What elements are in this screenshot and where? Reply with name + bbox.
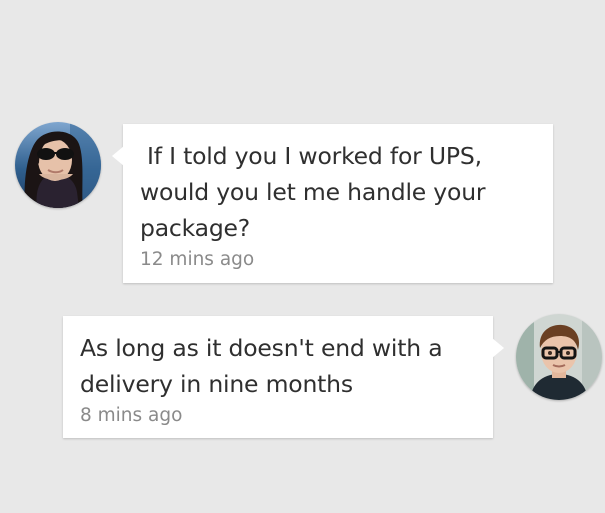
- bubble-tail: [492, 338, 504, 358]
- recipient-avatar[interactable]: [516, 314, 602, 400]
- chat-thread: If I told you I worked for UPS, would yo…: [0, 0, 605, 513]
- message-timestamp: 12 mins ago: [140, 249, 255, 270]
- bubble-tail: [112, 146, 124, 166]
- sender-photo: [15, 122, 101, 208]
- message-bubble-sent[interactable]: As long as it doesn't end with a deliver…: [63, 316, 504, 438]
- message-text: As long as it doesn't end with a deliver…: [80, 334, 443, 398]
- sender-avatar[interactable]: [15, 122, 101, 208]
- message-timestamp: 8 mins ago: [80, 405, 183, 426]
- message-text: If I told you I worked for UPS, would yo…: [140, 142, 486, 242]
- recipient-photo: [516, 314, 602, 400]
- message-bubble-received[interactable]: If I told you I worked for UPS, would yo…: [112, 124, 553, 283]
